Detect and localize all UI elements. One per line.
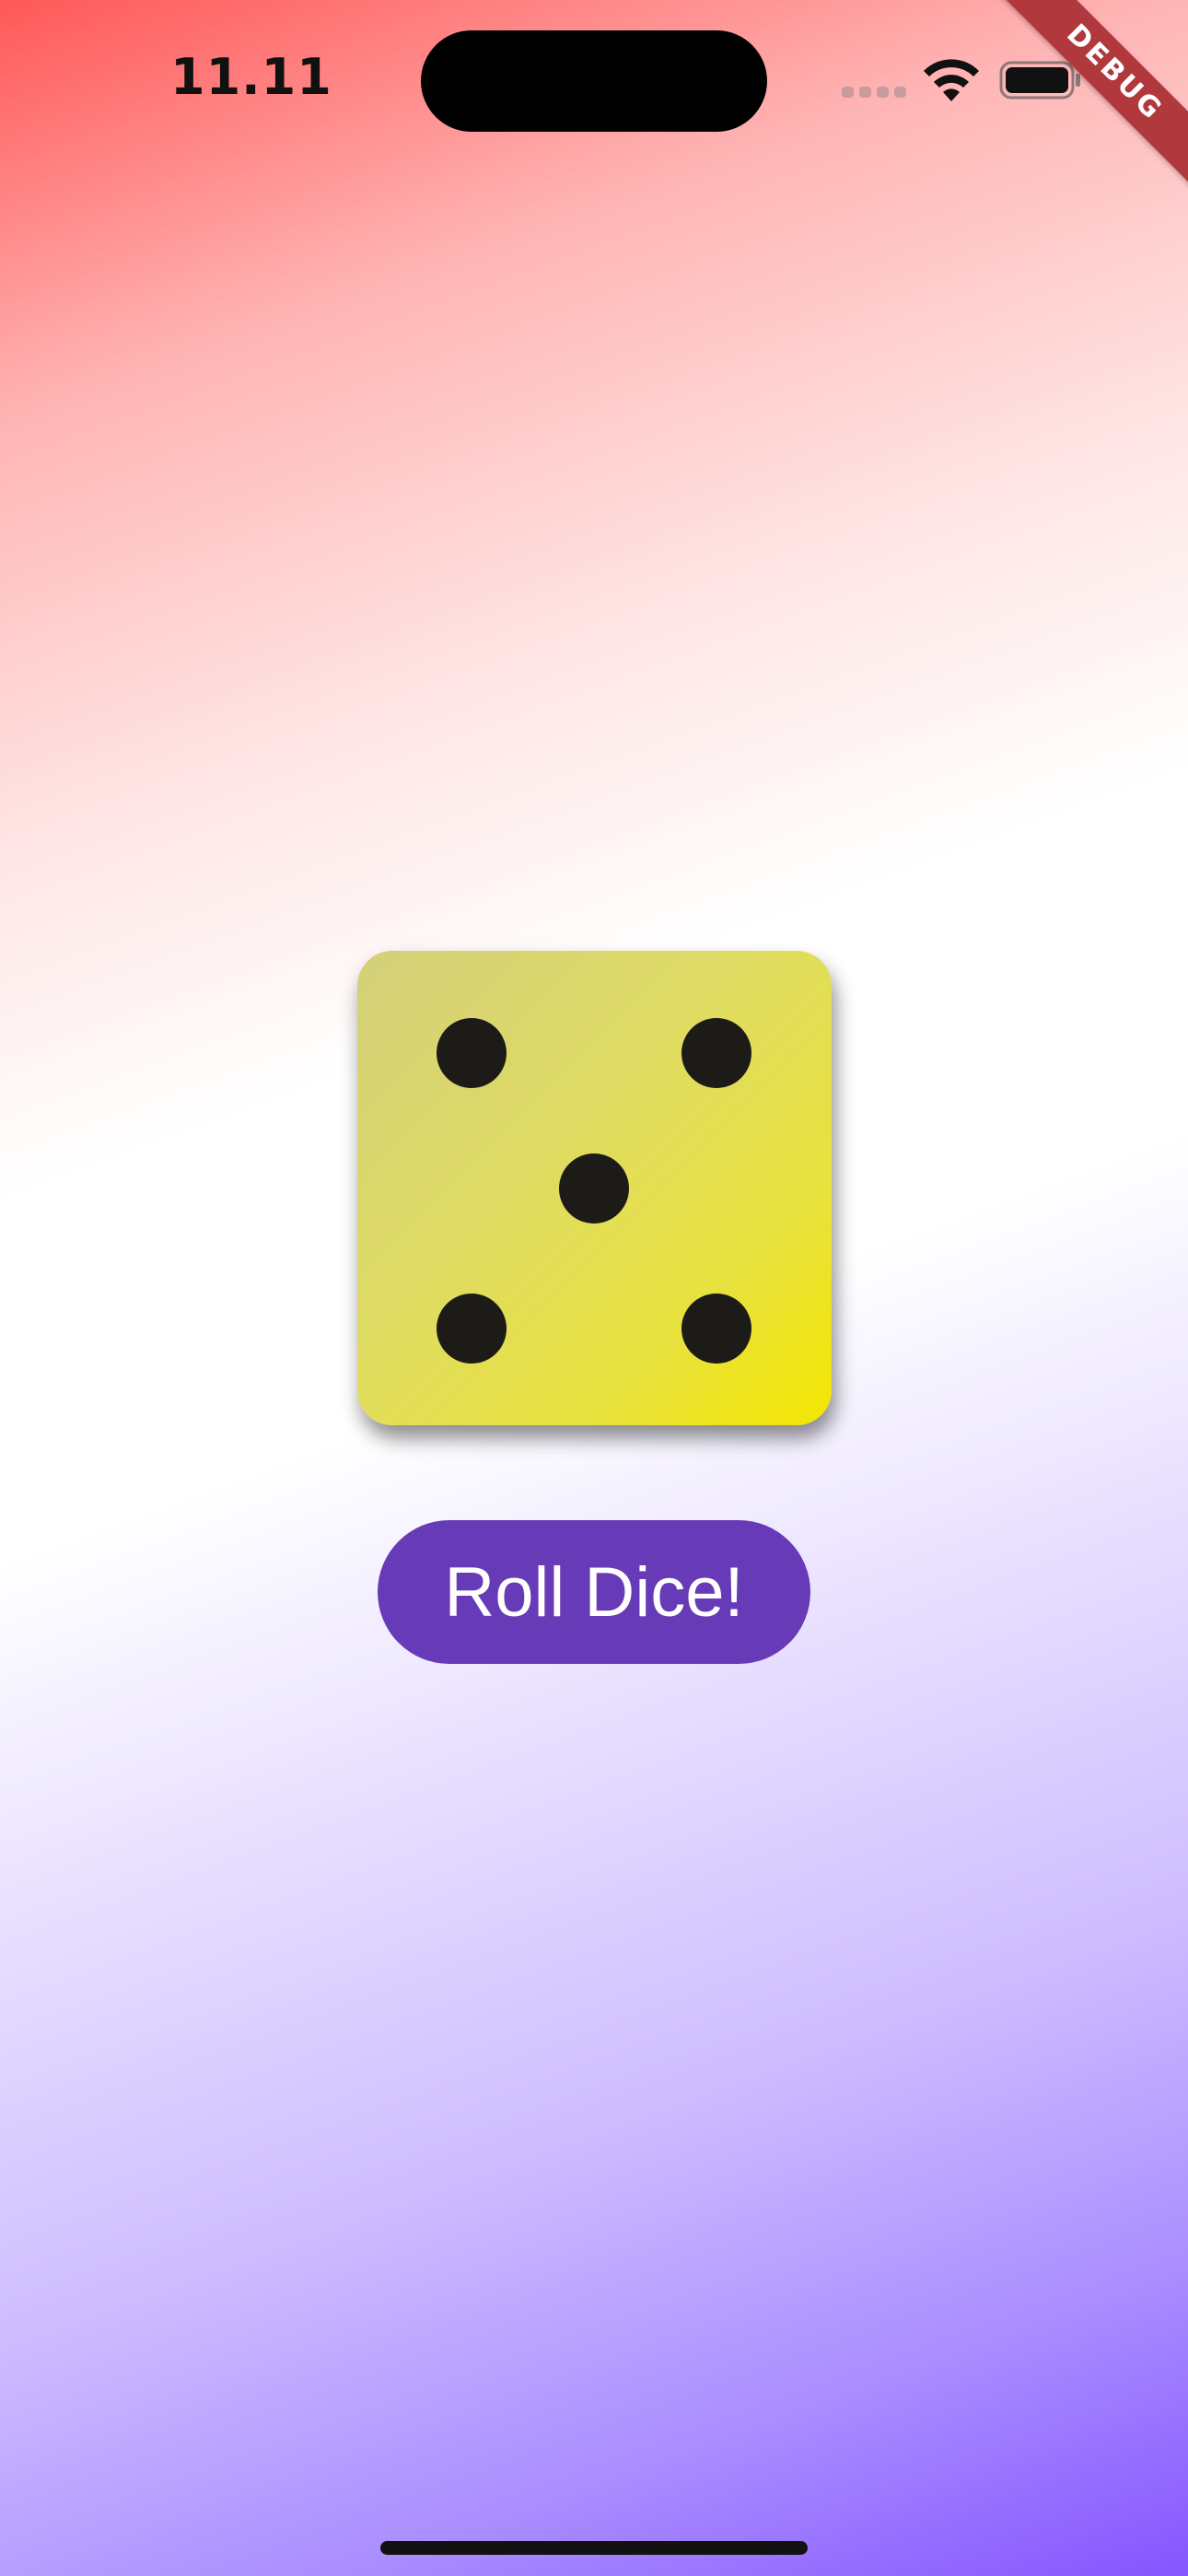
cellular-signal-icon xyxy=(842,87,906,100)
roll-dice-button[interactable]: Roll Dice! xyxy=(378,1520,810,1664)
dice-face-five xyxy=(357,951,832,1425)
wifi-icon xyxy=(924,59,979,101)
dice-pip xyxy=(681,1018,751,1088)
app-screen: 11.11 DEBUG Roll Dice! xyxy=(0,0,1188,2576)
dice-pip xyxy=(559,1153,629,1224)
dice-pip xyxy=(437,1018,507,1088)
status-bar-time: 11.11 xyxy=(170,48,332,106)
dice-pip xyxy=(681,1294,751,1364)
dice-pip xyxy=(437,1294,507,1364)
home-indicator[interactable] xyxy=(380,2541,808,2555)
dynamic-island xyxy=(421,30,767,132)
battery-icon xyxy=(999,61,1080,100)
